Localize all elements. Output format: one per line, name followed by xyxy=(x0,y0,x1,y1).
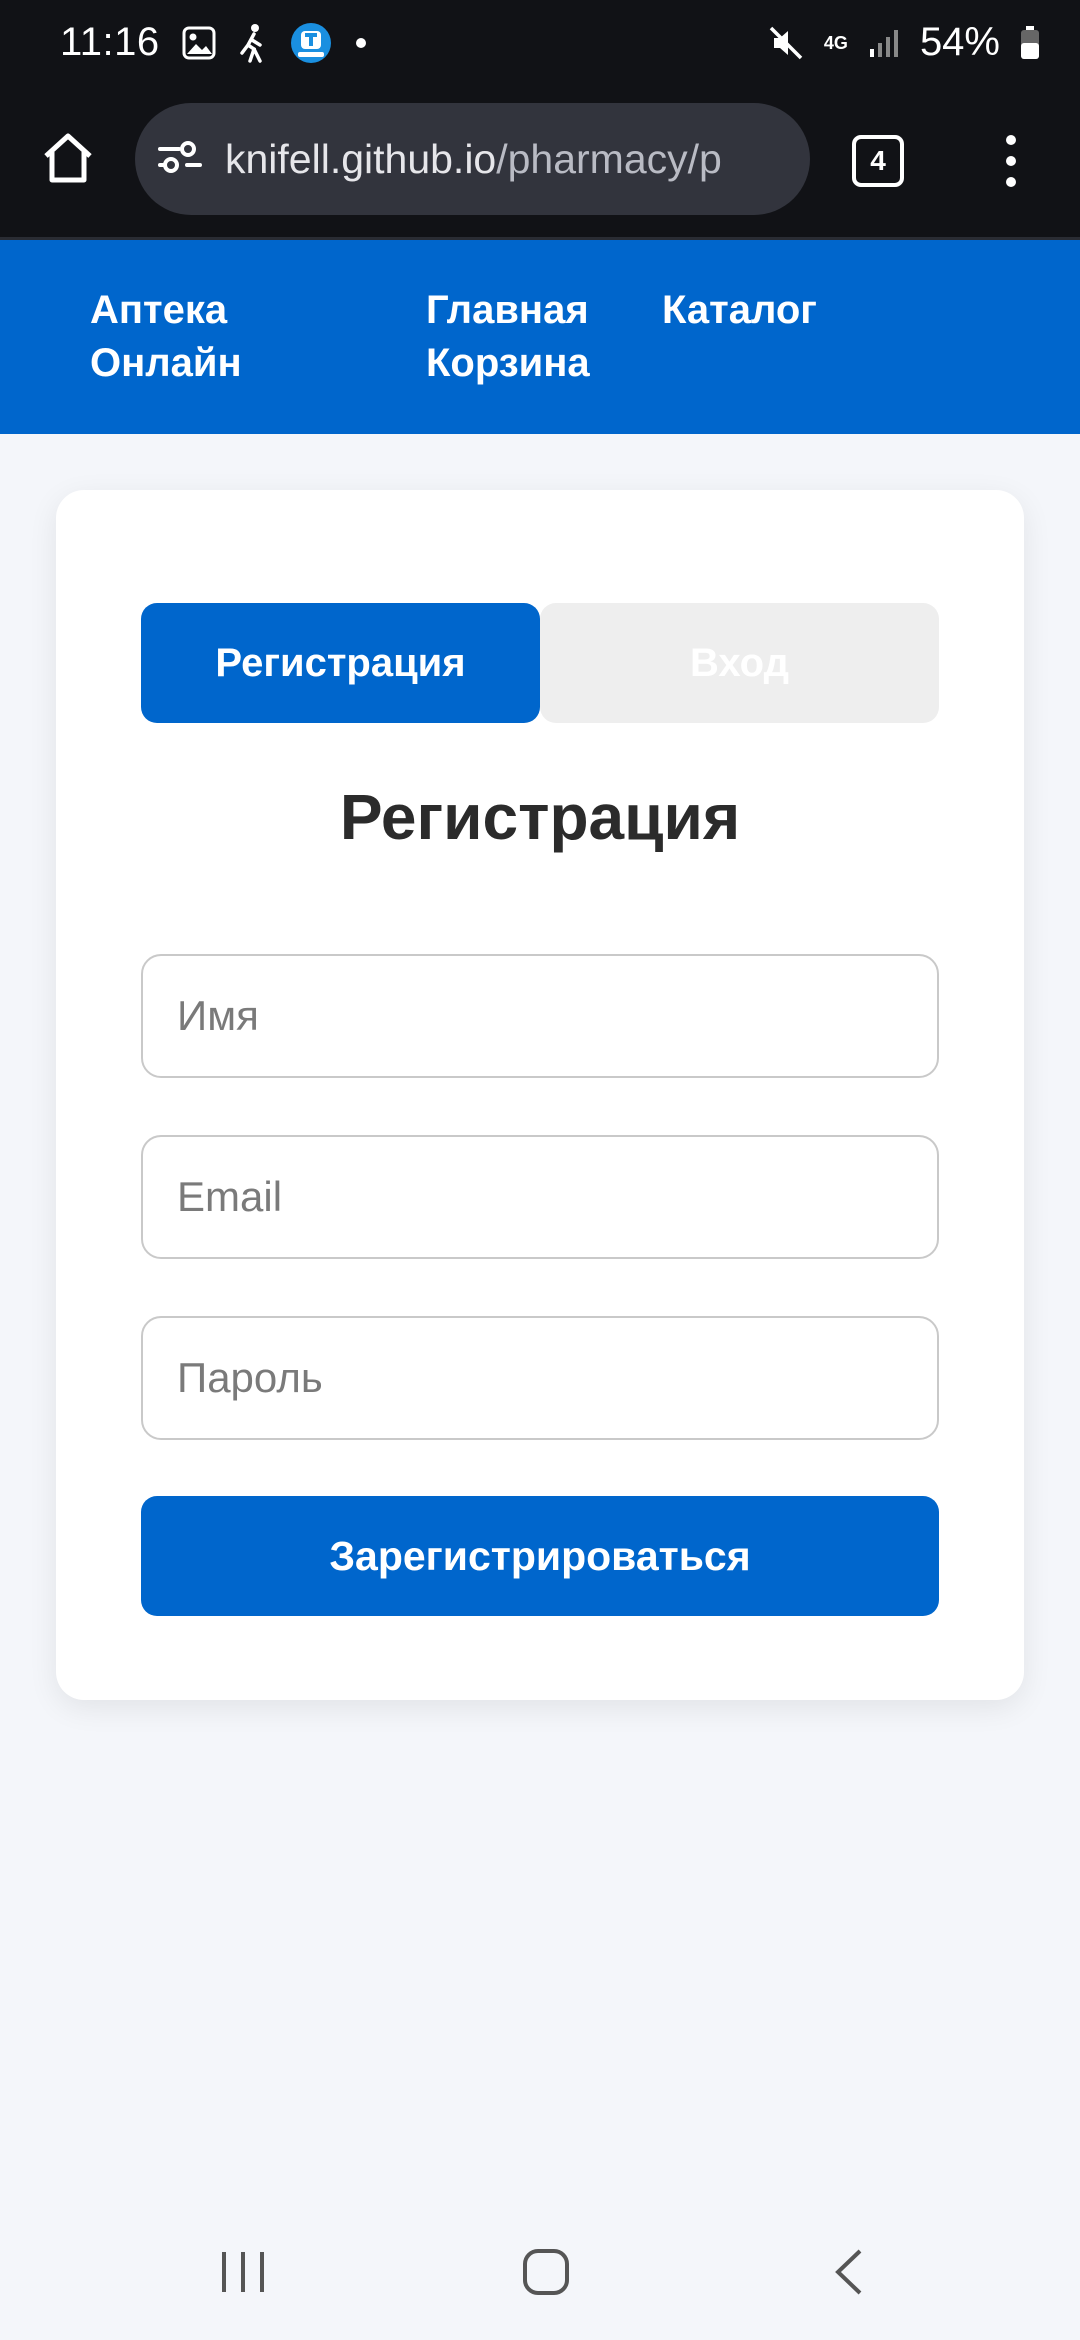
site-settings-icon[interactable] xyxy=(157,137,203,182)
email-input[interactable] xyxy=(141,1135,939,1259)
status-time: 11:16 xyxy=(60,20,160,64)
walking-icon xyxy=(238,23,268,63)
name-input[interactable] xyxy=(141,954,939,1078)
site-header: Аптека Онлайн Главная Корзина Каталог xyxy=(0,240,1080,434)
battery-percent: 54% xyxy=(919,20,1000,64)
tab-switcher-button[interactable]: 4 xyxy=(852,135,904,187)
url-text[interactable]: knifell.github.io/pharmacy/p xyxy=(225,136,722,183)
form-title: Регистрация xyxy=(339,781,741,853)
site-logo[interactable]: Аптека Онлайн xyxy=(90,284,242,390)
network-4g-icon: 4G xyxy=(823,32,848,53)
dot-icon xyxy=(354,36,368,50)
tab-register[interactable]: Регистрация xyxy=(141,603,540,723)
brand-line-2: Онлайн xyxy=(90,341,242,385)
nav-link-catalog[interactable]: Каталог xyxy=(662,284,817,337)
more-menu-icon[interactable] xyxy=(996,130,1026,192)
recents-icon[interactable] xyxy=(218,2250,268,2294)
browser-toolbar: knifell.github.io/pharmacy/p 4 xyxy=(0,85,1080,240)
nav-link-cart[interactable]: Корзина xyxy=(426,337,590,390)
brand-line-1: Аптека xyxy=(90,288,228,332)
url-path: /pharmacy/p xyxy=(496,135,722,182)
back-icon[interactable] xyxy=(832,2248,864,2296)
address-bar[interactable]: knifell.github.io/pharmacy/p xyxy=(135,103,810,215)
auth-card: Регистрация Вход Регистрация Зарегистрир… xyxy=(56,490,1024,1700)
tab-login[interactable]: Вход xyxy=(540,603,939,723)
url-host: knifell.github.io xyxy=(225,135,497,182)
signal-icon xyxy=(868,27,900,59)
battery-icon xyxy=(1020,25,1040,60)
gallery-icon xyxy=(182,26,216,60)
browser-home-icon[interactable] xyxy=(38,128,98,188)
register-submit-button[interactable]: Зарегистрироваться xyxy=(141,1496,939,1616)
nav-link-home[interactable]: Главная xyxy=(426,284,589,337)
system-home-icon[interactable] xyxy=(522,2248,570,2296)
system-navigation-bar xyxy=(0,2200,1080,2340)
password-input[interactable] xyxy=(141,1316,939,1440)
status-bar: 11:16 4G 54% xyxy=(0,0,1080,85)
app-badge-icon xyxy=(290,22,332,64)
mute-icon xyxy=(768,25,804,61)
auth-tabs: Регистрация Вход xyxy=(141,603,939,723)
